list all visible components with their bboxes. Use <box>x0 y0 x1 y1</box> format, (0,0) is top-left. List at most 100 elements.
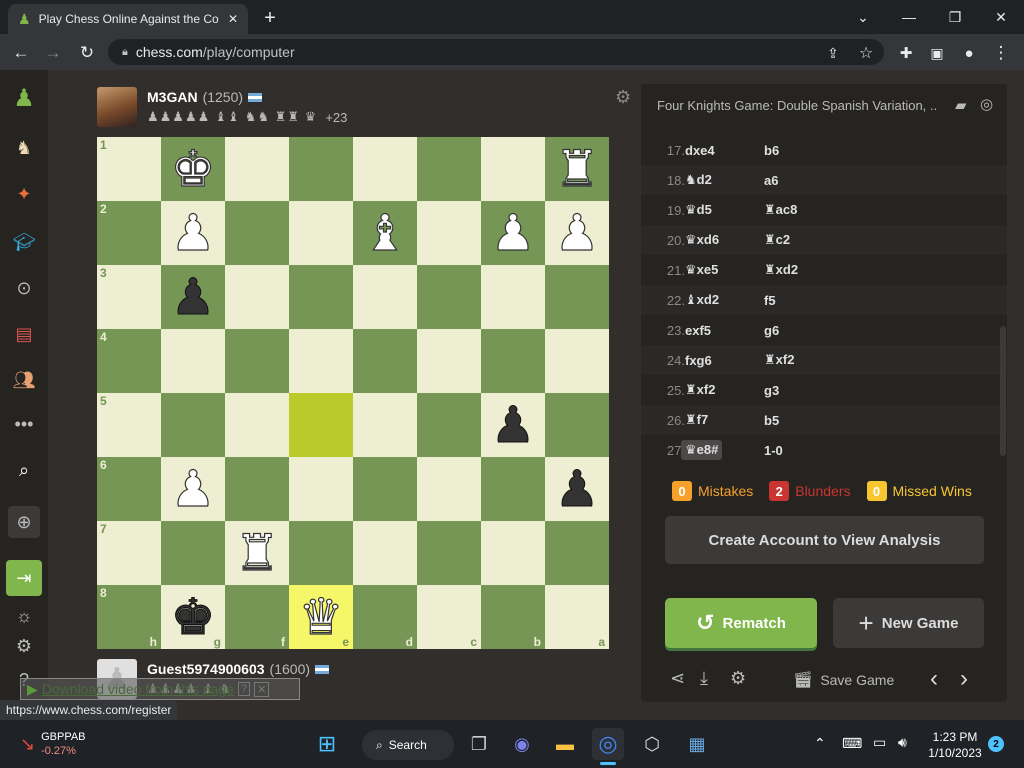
board-square[interactable]: g ♚ <box>161 585 225 649</box>
chess-piece[interactable]: ♟ <box>554 464 600 515</box>
chess-board[interactable]: 1 ♚ ♜ 2 ♟ ♝ ♟ ♟ 3 ♟ 4 5 ♟ 6 ♟ ♟ 7 ♜ 8 h g ♚ f e ♛ d c b a <box>97 137 609 649</box>
board-square[interactable]: c <box>417 585 481 649</box>
board-square[interactable] <box>289 393 353 457</box>
board-square[interactable]: 4 <box>97 329 161 393</box>
chess-piece[interactable]: ♟ <box>554 207 600 258</box>
board-square[interactable] <box>353 265 417 329</box>
black-move[interactable]: g6 <box>764 323 779 338</box>
tray-chevron-icon[interactable]: ⌃ <box>814 735 826 752</box>
board-square[interactable] <box>481 265 545 329</box>
news-icon[interactable]: ▤ <box>8 318 40 350</box>
board-square[interactable] <box>225 329 289 393</box>
black-move[interactable]: ♜xf2 <box>764 352 794 368</box>
board-square[interactable] <box>417 201 481 265</box>
board-square[interactable] <box>417 265 481 329</box>
learn-icon[interactable]: 🎓︎ <box>8 226 40 258</box>
next-move-icon[interactable]: › <box>960 665 968 693</box>
board-square[interactable] <box>353 521 417 585</box>
black-move[interactable]: b5 <box>764 413 779 428</box>
board-square[interactable] <box>289 137 353 201</box>
board-square[interactable]: ♟ <box>161 265 225 329</box>
board-square[interactable] <box>417 137 481 201</box>
board-square[interactable] <box>417 521 481 585</box>
white-move[interactable]: fxg6 <box>685 353 712 368</box>
new-tab-button[interactable]: + <box>258 6 282 30</box>
board-square[interactable]: 3 <box>97 265 161 329</box>
board-square[interactable] <box>289 457 353 521</box>
previous-move-icon[interactable]: ‹ <box>930 665 938 693</box>
board-square[interactable] <box>353 137 417 201</box>
download-video-bar[interactable]: ▶ Download video from this page ? ✕ <box>20 678 300 700</box>
board-square[interactable] <box>481 457 545 521</box>
log-in-icon[interactable]: ⇥ <box>6 560 42 596</box>
board-square[interactable]: 7 <box>97 521 161 585</box>
board-square[interactable] <box>481 329 545 393</box>
play-icon[interactable]: ♞ <box>8 132 40 164</box>
social-icon[interactable]: 👥︎ <box>8 364 40 396</box>
create-account-button[interactable]: Create Account to View Analysis <box>665 516 984 564</box>
white-move[interactable]: ♛e8# <box>681 440 723 460</box>
taskbar-search[interactable]: ⌕ Search <box>362 730 454 760</box>
black-move[interactable]: g3 <box>764 383 779 398</box>
board-square[interactable] <box>225 137 289 201</box>
profile-icon[interactable]: ● <box>956 40 982 66</box>
chess-piece[interactable]: ♟ <box>490 207 536 258</box>
sign-up-icon[interactable]: ⊕ <box>8 506 40 538</box>
board-square[interactable]: e ♛ <box>289 585 353 649</box>
settings-icon[interactable]: ⚙ <box>8 630 40 662</box>
app-cube-icon[interactable]: ⬡ <box>636 728 668 760</box>
board-square[interactable] <box>225 201 289 265</box>
chess-piece[interactable]: ♛ <box>298 591 344 642</box>
forward-button[interactable]: → <box>40 40 66 66</box>
chess-piece[interactable]: ♟ <box>490 400 536 451</box>
panel-settings-icon[interactable]: ⚙ <box>730 668 746 689</box>
more-icon[interactable]: ••• <box>8 408 40 440</box>
board-square[interactable]: ♜ <box>545 137 609 201</box>
player-name[interactable]: Guest5974900603 <box>147 661 265 677</box>
board-square[interactable] <box>353 393 417 457</box>
start-windows-icon[interactable]: ⊞ <box>311 728 343 760</box>
close-overlay-icon[interactable]: ✕ <box>254 681 270 697</box>
board-square[interactable]: 8h <box>97 585 161 649</box>
white-move[interactable]: dxe4 <box>685 143 715 158</box>
board-square[interactable] <box>353 329 417 393</box>
board-square[interactable] <box>289 201 353 265</box>
board-square[interactable] <box>161 521 225 585</box>
task-view-icon[interactable]: ❐ <box>463 728 495 760</box>
board-square[interactable] <box>545 265 609 329</box>
white-move[interactable]: ♞d2 <box>685 172 712 188</box>
restore-button[interactable]: ❐ <box>932 0 978 34</box>
share-icon[interactable]: ⇪ <box>820 40 846 66</box>
board-square[interactable]: 2 <box>97 201 161 265</box>
back-button[interactable]: ← <box>8 40 34 66</box>
chrome-icon[interactable]: ◎ <box>592 728 624 760</box>
board-square[interactable] <box>417 457 481 521</box>
black-move[interactable]: 1-0 <box>764 443 783 458</box>
puzzles-icon[interactable]: ✦ <box>8 178 40 210</box>
notification-badge[interactable]: 2 <box>988 736 1004 752</box>
white-move[interactable]: ♛xd6 <box>685 232 719 248</box>
app-chart-icon[interactable]: ▦ <box>681 728 713 760</box>
teams-chat-icon[interactable]: ◉ <box>506 728 538 760</box>
chess-piece[interactable]: ♜ <box>234 527 280 578</box>
board-square[interactable]: 1 <box>97 137 161 201</box>
browser-tab[interactable]: ♟ Play Chess Online Against the Co ✕ <box>8 4 248 34</box>
help-small-icon[interactable]: ? <box>238 682 251 696</box>
board-square[interactable] <box>481 521 545 585</box>
board-square[interactable] <box>545 521 609 585</box>
white-move[interactable]: ♝xd2 <box>685 292 719 308</box>
board-square[interactable]: a <box>545 585 609 649</box>
board-square[interactable]: f <box>225 585 289 649</box>
black-move[interactable]: f5 <box>764 293 776 308</box>
board-square[interactable]: ♜ <box>225 521 289 585</box>
white-move[interactable]: exf5 <box>685 323 711 338</box>
volume-icon[interactable]: 🔊︎ <box>898 734 907 751</box>
close-window-button[interactable]: ✕ <box>978 0 1024 34</box>
keyboard-icon[interactable]: ⌨ <box>842 735 862 752</box>
menu-kebab-icon[interactable]: ⋮ <box>988 40 1014 66</box>
file-explorer-icon[interactable]: ▬ <box>549 728 581 760</box>
board-square[interactable]: ♟ <box>161 201 225 265</box>
white-move[interactable]: ♜xf2 <box>685 382 715 398</box>
chess-piece[interactable]: ♟ <box>170 207 216 258</box>
minimize-button[interactable]: — <box>886 0 932 34</box>
